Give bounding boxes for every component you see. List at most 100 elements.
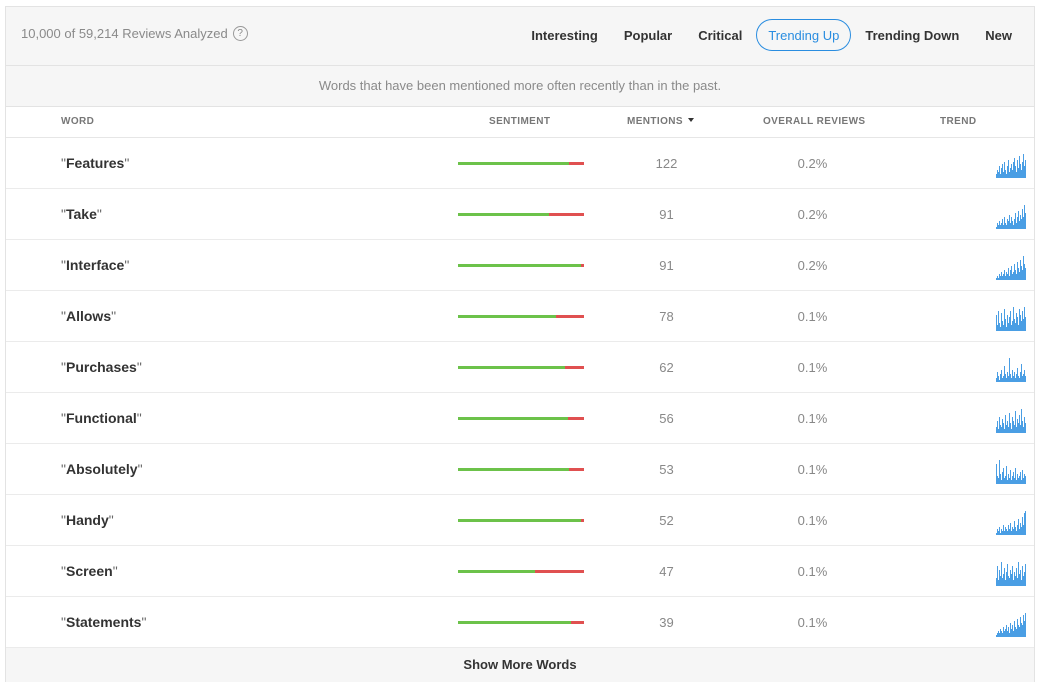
trend-bar bbox=[1001, 223, 1002, 229]
mentions-value: 39 bbox=[659, 615, 674, 630]
tab-popular[interactable]: Popular bbox=[612, 19, 684, 51]
trend-bar bbox=[1009, 358, 1010, 382]
overall-reviews-value: 0.1% bbox=[797, 360, 828, 375]
table-row[interactable]: "Handy" 52 0.1% bbox=[6, 495, 1034, 546]
trend-bar bbox=[1022, 421, 1023, 433]
trend-bar bbox=[999, 417, 1000, 433]
word-cell[interactable]: "Take" bbox=[61, 206, 102, 222]
word-cell[interactable]: "Features" bbox=[61, 155, 129, 171]
table-row[interactable]: "Features" 122 0.2% bbox=[6, 138, 1034, 189]
trend-bar bbox=[1023, 217, 1024, 229]
tab-critical[interactable]: Critical bbox=[686, 19, 754, 51]
trend-bar bbox=[1016, 223, 1017, 229]
sentiment-bar bbox=[458, 570, 584, 573]
trend-bar bbox=[1001, 313, 1002, 331]
word-cell[interactable]: "Statements" bbox=[61, 614, 146, 630]
trend-bar bbox=[1013, 307, 1014, 331]
word-label: Allows bbox=[65, 308, 112, 324]
trend-bar bbox=[1015, 627, 1016, 637]
word-label: Interface bbox=[65, 257, 125, 273]
word-cell[interactable]: "Interface" bbox=[61, 257, 129, 273]
trend-bar bbox=[1012, 170, 1013, 178]
trend-bar bbox=[1018, 168, 1019, 178]
trend-bar bbox=[1024, 572, 1025, 586]
sentiment-bar bbox=[458, 264, 584, 267]
trend-bar bbox=[1014, 264, 1015, 280]
trend-bar bbox=[1018, 211, 1019, 229]
table-row[interactable]: "Statements" 39 0.1% bbox=[6, 597, 1034, 648]
word-label: Take bbox=[65, 206, 97, 222]
trend-sparkline bbox=[996, 205, 1026, 229]
tab-interesting[interactable]: Interesting bbox=[519, 19, 609, 51]
table-row[interactable]: "Screen" 47 0.1% bbox=[6, 546, 1034, 597]
trend-bar bbox=[1012, 527, 1013, 535]
word-cell[interactable]: "Screen" bbox=[61, 563, 118, 579]
column-header-mentions[interactable]: MENTIONS bbox=[627, 116, 694, 127]
trend-bar bbox=[1023, 319, 1024, 331]
trend-bar bbox=[1017, 368, 1018, 382]
trend-bar bbox=[999, 380, 1000, 382]
trend-bar bbox=[1007, 531, 1008, 535]
trend-bar bbox=[997, 276, 998, 280]
mentions-value: 91 bbox=[659, 207, 674, 222]
trend-bar bbox=[1009, 276, 1010, 280]
trend-bar bbox=[1017, 419, 1018, 433]
show-more-words-button[interactable]: Show More Words bbox=[6, 648, 1034, 682]
word-cell[interactable]: "Allows" bbox=[61, 308, 116, 324]
trend-bar bbox=[1006, 225, 1007, 229]
trend-sparkline bbox=[996, 256, 1026, 280]
trend-bar bbox=[1019, 627, 1020, 637]
help-icon[interactable]: ? bbox=[232, 26, 248, 41]
trend-bar bbox=[1012, 417, 1013, 433]
word-cell[interactable]: "Purchases" bbox=[61, 359, 142, 375]
trend-bar bbox=[1019, 309, 1020, 331]
column-header-sentiment[interactable]: SENTIMENT bbox=[489, 116, 550, 127]
word-cell[interactable]: "Functional" bbox=[61, 410, 142, 426]
table-row[interactable]: "Functional" 56 0.1% bbox=[6, 393, 1034, 444]
trend-bar bbox=[1007, 166, 1008, 178]
table-row[interactable]: "Absolutely" 53 0.1% bbox=[6, 444, 1034, 495]
trend-bar bbox=[1008, 221, 1009, 229]
column-header-overall-reviews[interactable]: OVERALL REVIEWS bbox=[763, 116, 866, 127]
table-row[interactable]: "Take" 91 0.2% bbox=[6, 189, 1034, 240]
trend-bar bbox=[1020, 372, 1021, 382]
trend-bar bbox=[997, 325, 998, 331]
tab-new[interactable]: New bbox=[973, 19, 1024, 51]
trend-bar bbox=[1006, 529, 1007, 535]
trend-bar bbox=[997, 633, 998, 637]
column-header-word[interactable]: WORD bbox=[61, 116, 94, 127]
trend-bar bbox=[1005, 580, 1006, 586]
word-cell[interactable]: "Absolutely" bbox=[61, 461, 143, 477]
table-header: WORD SENTIMENT MENTIONS OVERALL REVIEWS … bbox=[6, 107, 1034, 138]
trend-bar bbox=[998, 429, 999, 433]
trend-bar bbox=[1000, 576, 1001, 586]
trend-bar bbox=[1021, 170, 1022, 178]
trend-bar bbox=[1019, 272, 1020, 280]
overall-reviews-value: 0.1% bbox=[797, 462, 828, 477]
table-row[interactable]: "Allows" 78 0.1% bbox=[6, 291, 1034, 342]
trend-bar bbox=[1006, 272, 1007, 280]
table-row[interactable]: "Purchases" 62 0.1% bbox=[6, 342, 1034, 393]
trend-bar bbox=[1002, 472, 1003, 484]
trend-bar bbox=[1017, 474, 1018, 484]
trend-bar bbox=[1000, 474, 1001, 484]
mentions-value: 62 bbox=[659, 360, 674, 375]
trend-bar bbox=[996, 578, 997, 586]
trend-bar bbox=[1024, 474, 1025, 484]
tab-trending-down[interactable]: Trending Down bbox=[853, 19, 971, 51]
trend-bar bbox=[1011, 325, 1012, 331]
tab-trending-up[interactable]: Trending Up bbox=[756, 19, 852, 51]
trend-bar bbox=[996, 315, 997, 331]
reviews-analyzed: 10,000 of 59,214 Reviews Analyzed ? bbox=[21, 26, 248, 41]
table-row[interactable]: "Interface" 91 0.2% bbox=[6, 240, 1034, 291]
trend-bar bbox=[1021, 364, 1022, 382]
trend-bar bbox=[998, 225, 999, 229]
trend-bar bbox=[1018, 268, 1019, 280]
trend-bar bbox=[1015, 527, 1016, 535]
word-cell[interactable]: "Handy" bbox=[61, 512, 114, 528]
trend-bar bbox=[1003, 172, 1004, 178]
column-header-trend[interactable]: TREND bbox=[940, 116, 976, 127]
trend-bar bbox=[1010, 223, 1011, 229]
overall-reviews-value: 0.1% bbox=[797, 411, 828, 426]
trend-bar bbox=[1004, 217, 1005, 229]
